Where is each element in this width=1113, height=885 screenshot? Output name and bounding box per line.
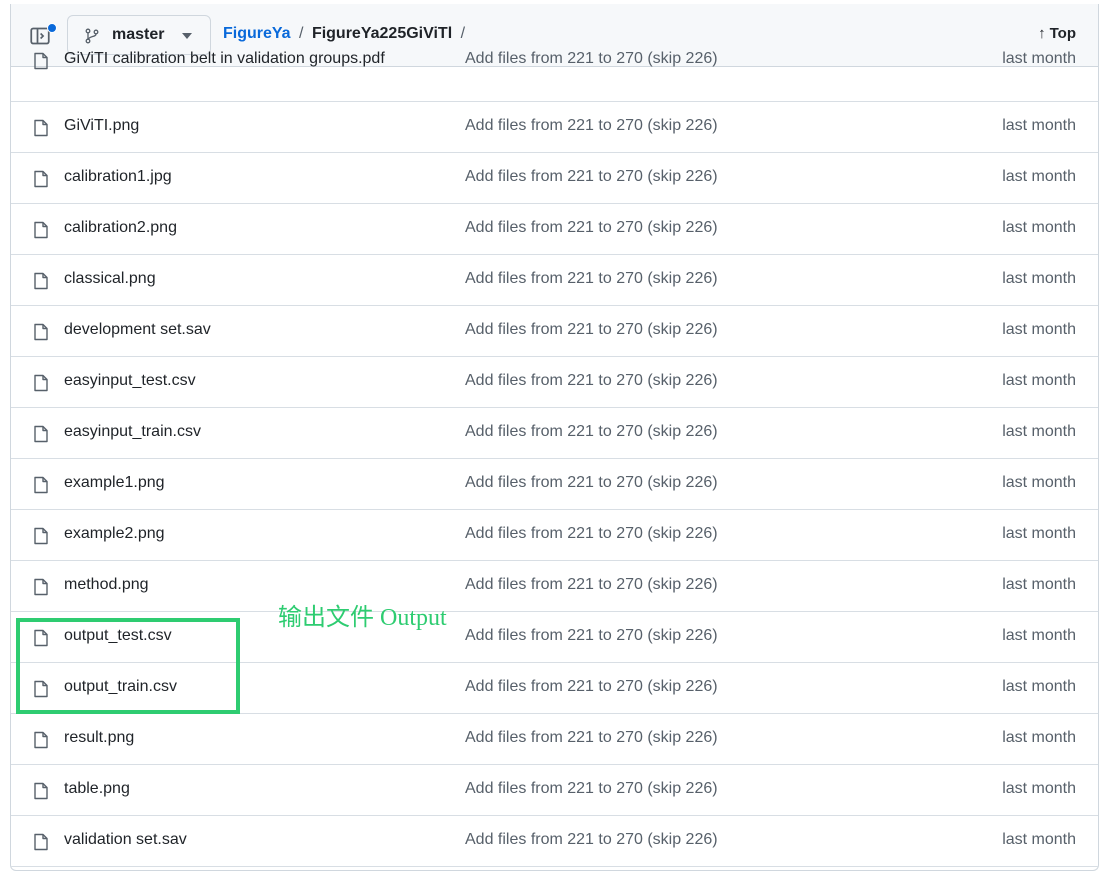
file-row[interactable]: easyinput_test.csv Add files from 221 to … [11,357,1098,408]
file-row[interactable]: method.png Add files from 221 to 270 (ski… [11,561,1098,612]
file-icon [34,119,48,137]
file-name-link[interactable]: development set.sav [64,321,211,339]
commit-age: last month [1002,831,1076,848]
file-name-link[interactable]: calibration1.jpg [64,168,172,186]
commit-message-link[interactable]: Add files from 221 to 270 (skip 226) [465,576,718,594]
file-row[interactable]: example1.png Add files from 221 to 270 (s… [11,459,1098,510]
file-icon [34,476,48,494]
file-name-link[interactable]: validation set.sav [64,831,187,849]
commit-age: last month [1002,270,1076,287]
notification-dot [47,23,57,33]
commit-age: last month [1002,423,1076,440]
file-icon [34,221,48,239]
back-to-top-button[interactable]: ↑ Top [1038,25,1076,42]
file-icon [34,578,48,596]
file-row[interactable]: result.png Add files from 221 to 270 (ski… [11,714,1098,765]
commit-message-link[interactable]: Add files from 221 to 270 (skip 226) [465,729,718,747]
file-row[interactable]: easyinput_train.csv Add files from 221 to… [11,408,1098,459]
commit-age: last month [1002,474,1076,491]
file-name-link[interactable]: method.png [64,576,149,594]
file-icon [34,782,48,800]
commit-message-link[interactable]: Add files from 221 to 270 (skip 226) [465,372,718,390]
commit-message-link[interactable]: Add files from 221 to 270 (skip 226) [465,525,718,543]
commit-message-link[interactable]: Add files from 221 to 270 (skip 226) [465,270,718,288]
breadcrumb-separator: / [299,25,304,42]
file-icon [34,527,48,545]
breadcrumb-trailing-separator: / [460,25,466,42]
commit-age: last month [1002,627,1076,644]
file-row[interactable]: validation set.sav Add files from 221 to … [11,816,1098,867]
branch-selector-button[interactable]: master [67,15,211,55]
file-icon [34,731,48,749]
file-row[interactable]: GiViTI.png Add files from 221 to 270 (ski… [11,102,1098,153]
file-icon [34,374,48,392]
file-row[interactable]: output_train.csv Add files from 221 to 27… [11,663,1098,714]
file-icon [34,272,48,290]
file-icon [34,833,48,851]
commit-message-link[interactable]: Add files from 221 to 270 (skip 226) [465,50,718,68]
commit-message-link[interactable]: Add files from 221 to 270 (skip 226) [465,423,718,441]
file-row[interactable]: output_test.csv Add files from 221 to 270… [11,612,1098,663]
file-icon [34,323,48,341]
file-row[interactable]: calibration1.jpg Add files from 221 to 27… [11,153,1098,204]
commit-message-link[interactable]: Add files from 221 to 270 (skip 226) [465,219,718,237]
commit-message-link[interactable]: Add files from 221 to 270 (skip 226) [465,117,718,135]
file-name-link[interactable]: GiViTI.png [64,117,139,135]
file-row[interactable]: table.png Add files from 221 to 270 (skip… [11,765,1098,816]
arrow-up-icon: ↑ [1038,25,1046,42]
commit-age: last month [1002,168,1076,185]
commit-message-link[interactable]: Add files from 221 to 270 (skip 226) [465,321,718,339]
file-list: GiViTI calibration belt in validation gr… [11,50,1098,867]
file-icon [34,680,48,698]
file-name-link[interactable]: GiViTI calibration belt in validation gr… [64,50,385,68]
file-icon [34,629,48,647]
breadcrumb-repo-link[interactable]: FigureYa [223,25,291,42]
commit-message-link[interactable]: Add files from 221 to 270 (skip 226) [465,678,718,696]
output-files-annotation: 输出文件 Output [278,605,447,631]
breadcrumb-current-folder: FigureYa225GiViTl [311,25,453,42]
commit-message-link[interactable]: Add files from 221 to 270 (skip 226) [465,780,718,798]
chevron-down-icon [182,33,192,39]
file-row[interactable]: development set.sav Add files from 221 to… [11,306,1098,357]
file-name-link[interactable]: classical.png [64,270,156,288]
file-row[interactable]: GiViTI calibration belt in validation gr… [11,50,1098,102]
file-row[interactable]: example2.png Add files from 221 to 270 (s… [11,510,1098,561]
commit-age: last month [1002,50,1076,67]
file-icon [34,52,48,70]
commit-message-link[interactable]: Add files from 221 to 270 (skip 226) [465,627,718,645]
commit-age: last month [1002,780,1076,797]
file-name-link[interactable]: calibration2.png [64,219,177,237]
file-icon [34,170,48,188]
commit-age: last month [1002,219,1076,236]
file-browser-panel: master FigureYa / FigureYa225GiViTl / ↑ … [10,4,1099,871]
file-name-link[interactable]: easyinput_train.csv [64,423,201,441]
breadcrumb: FigureYa / FigureYa225GiViTl / [223,25,469,43]
commit-age: last month [1002,576,1076,593]
commit-age: last month [1002,525,1076,542]
commit-age: last month [1002,372,1076,389]
commit-age: last month [1002,117,1076,134]
commit-age: last month [1002,729,1076,746]
file-row[interactable]: calibration2.png Add files from 221 to 27… [11,204,1098,255]
file-name-link[interactable]: output_test.csv [64,627,172,645]
file-name-link[interactable]: example2.png [64,525,165,543]
git-branch-icon [85,28,99,44]
file-name-link[interactable]: easyinput_test.csv [64,372,196,390]
commit-message-link[interactable]: Add files from 221 to 270 (skip 226) [465,168,718,186]
file-name-link[interactable]: output_train.csv [64,678,177,696]
file-row[interactable]: classical.png Add files from 221 to 270 (… [11,255,1098,306]
commit-age: last month [1002,678,1076,695]
commit-message-link[interactable]: Add files from 221 to 270 (skip 226) [465,831,718,849]
file-name-link[interactable]: table.png [64,780,130,798]
commit-age: last month [1002,321,1076,338]
file-icon [34,425,48,443]
commit-message-link[interactable]: Add files from 221 to 270 (skip 226) [465,474,718,492]
file-name-link[interactable]: example1.png [64,474,165,492]
file-name-link[interactable]: result.png [64,729,134,747]
branch-name: master [112,26,165,43]
back-to-top-label: Top [1049,25,1076,42]
